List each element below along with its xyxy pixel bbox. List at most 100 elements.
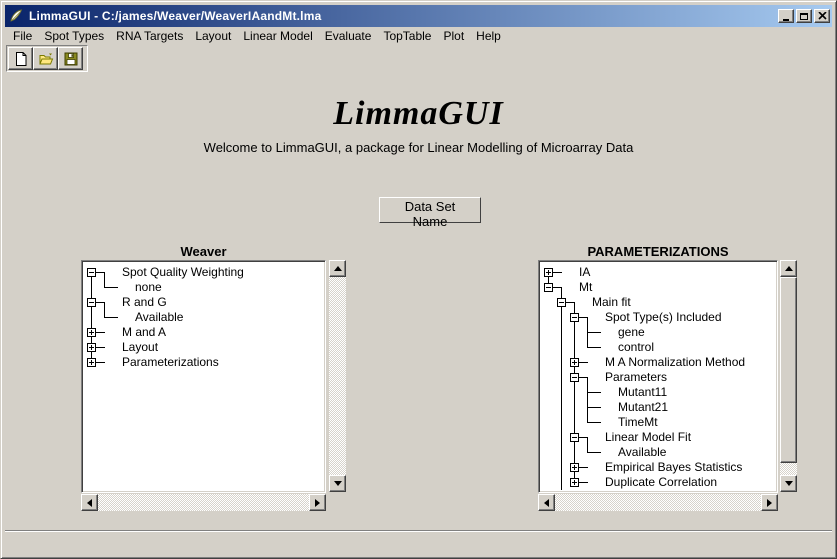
app-window: LimmaGUI - C:/james/Weaver/WeaverIAandMt… xyxy=(0,0,837,559)
right-scroll-up-button[interactable] xyxy=(780,260,797,277)
collapse-toggle-icon[interactable] xyxy=(570,313,579,322)
menu-help[interactable]: Help xyxy=(470,28,507,44)
tree-node-label[interactable]: IA xyxy=(579,265,590,280)
expand-toggle-icon[interactable] xyxy=(87,328,96,337)
tree-node-label[interactable]: R and G xyxy=(122,295,167,310)
collapse-toggle-icon[interactable] xyxy=(87,298,96,307)
tree-connector-line xyxy=(579,317,588,318)
tree-row: Mutant11 xyxy=(541,385,775,400)
tree-row: TimeMt xyxy=(541,415,775,430)
right-vertical-scrollbar[interactable] xyxy=(780,260,797,492)
minimize-button[interactable] xyxy=(778,9,794,23)
tree-row: Parameterizations xyxy=(84,355,323,370)
left-vertical-scrollbar-track[interactable] xyxy=(329,277,346,475)
tree-node-label[interactable]: M and A xyxy=(122,325,166,340)
collapse-toggle-icon[interactable] xyxy=(557,298,566,307)
minimize-icon xyxy=(783,19,789,21)
arrow-left-icon xyxy=(87,499,92,507)
tree-row: M and A xyxy=(84,325,323,340)
tree-connector-line xyxy=(96,362,105,363)
menu-file[interactable]: File xyxy=(7,28,38,44)
menu-evaluate[interactable]: Evaluate xyxy=(319,28,378,44)
tree-node-label[interactable]: TimeMt xyxy=(618,415,658,430)
maximize-button[interactable] xyxy=(796,9,812,23)
menu-bar: FileSpot TypesRNA TargetsLayoutLinear Mo… xyxy=(5,27,832,44)
expand-toggle-icon[interactable] xyxy=(570,463,579,472)
menu-rna-targets[interactable]: RNA Targets xyxy=(110,28,189,44)
tree-node-label[interactable]: Parameters xyxy=(605,370,667,385)
tree-row: Spot Quality Weighting xyxy=(84,265,323,280)
left-horizontal-scrollbar-track[interactable] xyxy=(98,494,309,511)
data-set-name-button[interactable]: Data Set Name xyxy=(379,197,481,223)
tree-node-label[interactable]: Available xyxy=(618,445,666,460)
expand-toggle-icon[interactable] xyxy=(570,358,579,367)
right-horizontal-scrollbar-track[interactable] xyxy=(555,494,761,511)
new-file-button[interactable] xyxy=(8,47,33,70)
left-scroll-down-button[interactable] xyxy=(329,475,346,492)
tree-row: R and G xyxy=(84,295,323,310)
title-bar[interactable]: LimmaGUI - C:/james/Weaver/WeaverIAandMt… xyxy=(5,5,832,27)
right-scroll-down-button[interactable] xyxy=(780,475,797,492)
tree-node-label[interactable]: Main fit xyxy=(592,295,631,310)
collapse-toggle-icon[interactable] xyxy=(544,283,553,292)
tree-node-label[interactable]: gene xyxy=(618,325,645,340)
open-folder-icon xyxy=(38,51,54,67)
menu-linear-model[interactable]: Linear Model xyxy=(237,28,318,44)
expand-toggle-icon[interactable] xyxy=(87,343,96,352)
right-scroll-right-button[interactable] xyxy=(761,494,778,511)
left-scroll-right-button[interactable] xyxy=(309,494,326,511)
menu-plot[interactable]: Plot xyxy=(437,28,470,44)
tree-node-label[interactable]: Duplicate Correlation xyxy=(605,475,717,490)
tree-node-label[interactable]: control xyxy=(618,340,654,355)
tree-node-label[interactable]: Empirical Bayes Statistics xyxy=(605,460,742,475)
menu-toptable[interactable]: TopTable xyxy=(377,28,437,44)
tree-node-label[interactable]: Spot Type(s) Included xyxy=(605,310,722,325)
tree-node-label[interactable]: Mt xyxy=(579,280,592,295)
floppy-disk-icon xyxy=(63,51,79,67)
tree-row: control xyxy=(541,340,775,355)
left-scroll-left-button[interactable] xyxy=(81,494,98,511)
expand-toggle-icon[interactable] xyxy=(544,268,553,277)
right-horizontal-scrollbar[interactable] xyxy=(538,494,778,511)
expand-toggle-icon[interactable] xyxy=(87,358,96,367)
tree-connector-line xyxy=(96,272,105,273)
menu-layout[interactable]: Layout xyxy=(189,28,237,44)
right-vertical-scrollbar-track[interactable] xyxy=(780,277,797,475)
left-tree-heading: Weaver xyxy=(81,244,326,259)
arrow-down-icon xyxy=(334,481,342,486)
tree-connector-line xyxy=(587,452,601,453)
tree-row: Available xyxy=(84,310,323,325)
tree-node-label[interactable]: Available xyxy=(135,310,183,325)
expand-toggle-icon[interactable] xyxy=(570,478,579,487)
tree-node-label[interactable]: M A Normalization Method xyxy=(605,355,745,370)
tree-row: Main fit xyxy=(541,295,775,310)
tree-row: IA xyxy=(541,265,775,280)
tree-node-label[interactable]: Parameterizations xyxy=(122,355,219,370)
collapse-toggle-icon[interactable] xyxy=(570,433,579,442)
tree-node-label[interactable]: Layout xyxy=(122,340,158,355)
tree-node-label[interactable]: Spot Quality Weighting xyxy=(122,265,244,280)
tree-node-label[interactable]: Linear Model Fit xyxy=(605,430,691,445)
right-scroll-left-button[interactable] xyxy=(538,494,555,511)
open-file-button[interactable] xyxy=(33,47,58,70)
save-file-button[interactable] xyxy=(58,47,83,70)
close-button[interactable] xyxy=(814,9,830,23)
tree-node-label[interactable]: Mutant21 xyxy=(618,400,668,415)
menu-spot-types[interactable]: Spot Types xyxy=(38,28,110,44)
tree-connector-line xyxy=(104,317,118,318)
tree-row: gene xyxy=(541,325,775,340)
arrow-right-icon xyxy=(767,499,772,507)
app-feather-icon xyxy=(8,8,24,24)
left-vertical-scrollbar[interactable] xyxy=(329,260,346,492)
close-icon xyxy=(818,12,827,20)
left-horizontal-scrollbar[interactable] xyxy=(81,494,326,511)
tree-connector-line xyxy=(96,347,105,348)
tree-row: Parameters xyxy=(541,370,775,385)
tree-node-label[interactable]: none xyxy=(135,280,162,295)
left-scroll-up-button[interactable] xyxy=(329,260,346,277)
collapse-toggle-icon[interactable] xyxy=(570,373,579,382)
collapse-toggle-icon[interactable] xyxy=(87,268,96,277)
right-vertical-scrollbar-thumb[interactable] xyxy=(780,277,797,463)
tree-node-label[interactable]: Mutant11 xyxy=(618,385,667,400)
toolbar-group xyxy=(6,45,88,72)
